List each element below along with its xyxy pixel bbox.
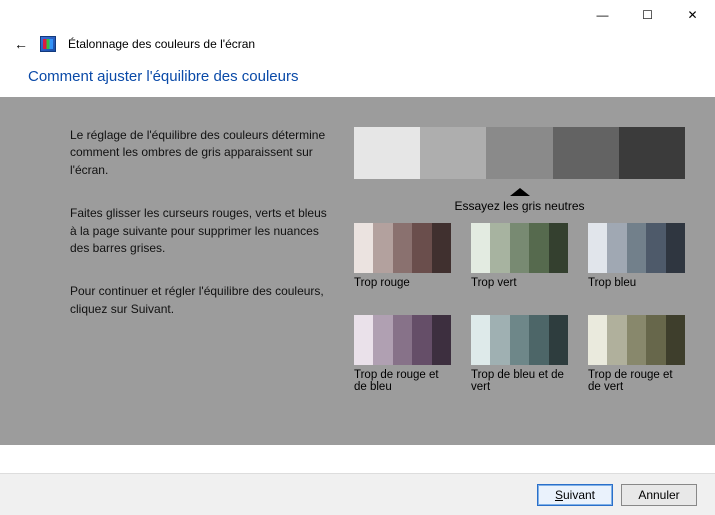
- close-button[interactable]: ✕: [670, 0, 715, 30]
- arrow-up-icon: [510, 188, 530, 196]
- page-title: Comment ajuster l'équilibre des couleurs: [0, 68, 715, 97]
- sample-label: Trop rouge: [354, 277, 451, 305]
- gray-swatch: [553, 127, 619, 179]
- instruction-para-1: Le réglage de l'équilibre des couleurs d…: [70, 127, 330, 179]
- gray-swatch: [354, 127, 420, 179]
- back-button[interactable]: ←: [14, 37, 28, 51]
- sample-label: Trop de bleu et de vert: [471, 369, 568, 397]
- maximize-button[interactable]: ☐: [625, 0, 670, 30]
- app-icon: [40, 36, 56, 52]
- sample-label: Trop de rouge et de bleu: [354, 369, 451, 397]
- gray-swatch: [420, 127, 486, 179]
- cancel-button[interactable]: Annuler: [621, 484, 697, 506]
- window-title: Étalonnage des couleurs de l'écran: [68, 37, 255, 51]
- color-cast-sample: Trop de rouge et de vert: [588, 315, 685, 397]
- color-cast-sample: Trop bleu: [588, 223, 685, 305]
- instruction-para-3: Pour continuer et régler l'équilibre des…: [70, 283, 330, 318]
- sample-label: Trop vert: [471, 277, 568, 305]
- color-cast-sample: Trop rouge: [354, 223, 451, 305]
- neutral-gray-label: Essayez les gris neutres: [354, 199, 685, 213]
- sample-label: Trop bleu: [588, 277, 685, 305]
- gray-swatch: [486, 127, 552, 179]
- next-button[interactable]: Suivant: [537, 484, 613, 506]
- minimize-button[interactable]: —: [580, 0, 625, 30]
- sample-label: Trop de rouge et de vert: [588, 369, 685, 397]
- color-cast-sample: Trop de bleu et de vert: [471, 315, 568, 397]
- content-area: Le réglage de l'équilibre des couleurs d…: [0, 97, 715, 445]
- neutral-gray-swatches: [354, 127, 685, 179]
- gray-swatch: [619, 127, 685, 179]
- color-cast-sample: Trop vert: [471, 223, 568, 305]
- color-cast-sample: Trop de rouge et de bleu: [354, 315, 451, 397]
- instruction-para-2: Faites glisser les curseurs rouges, vert…: [70, 205, 330, 257]
